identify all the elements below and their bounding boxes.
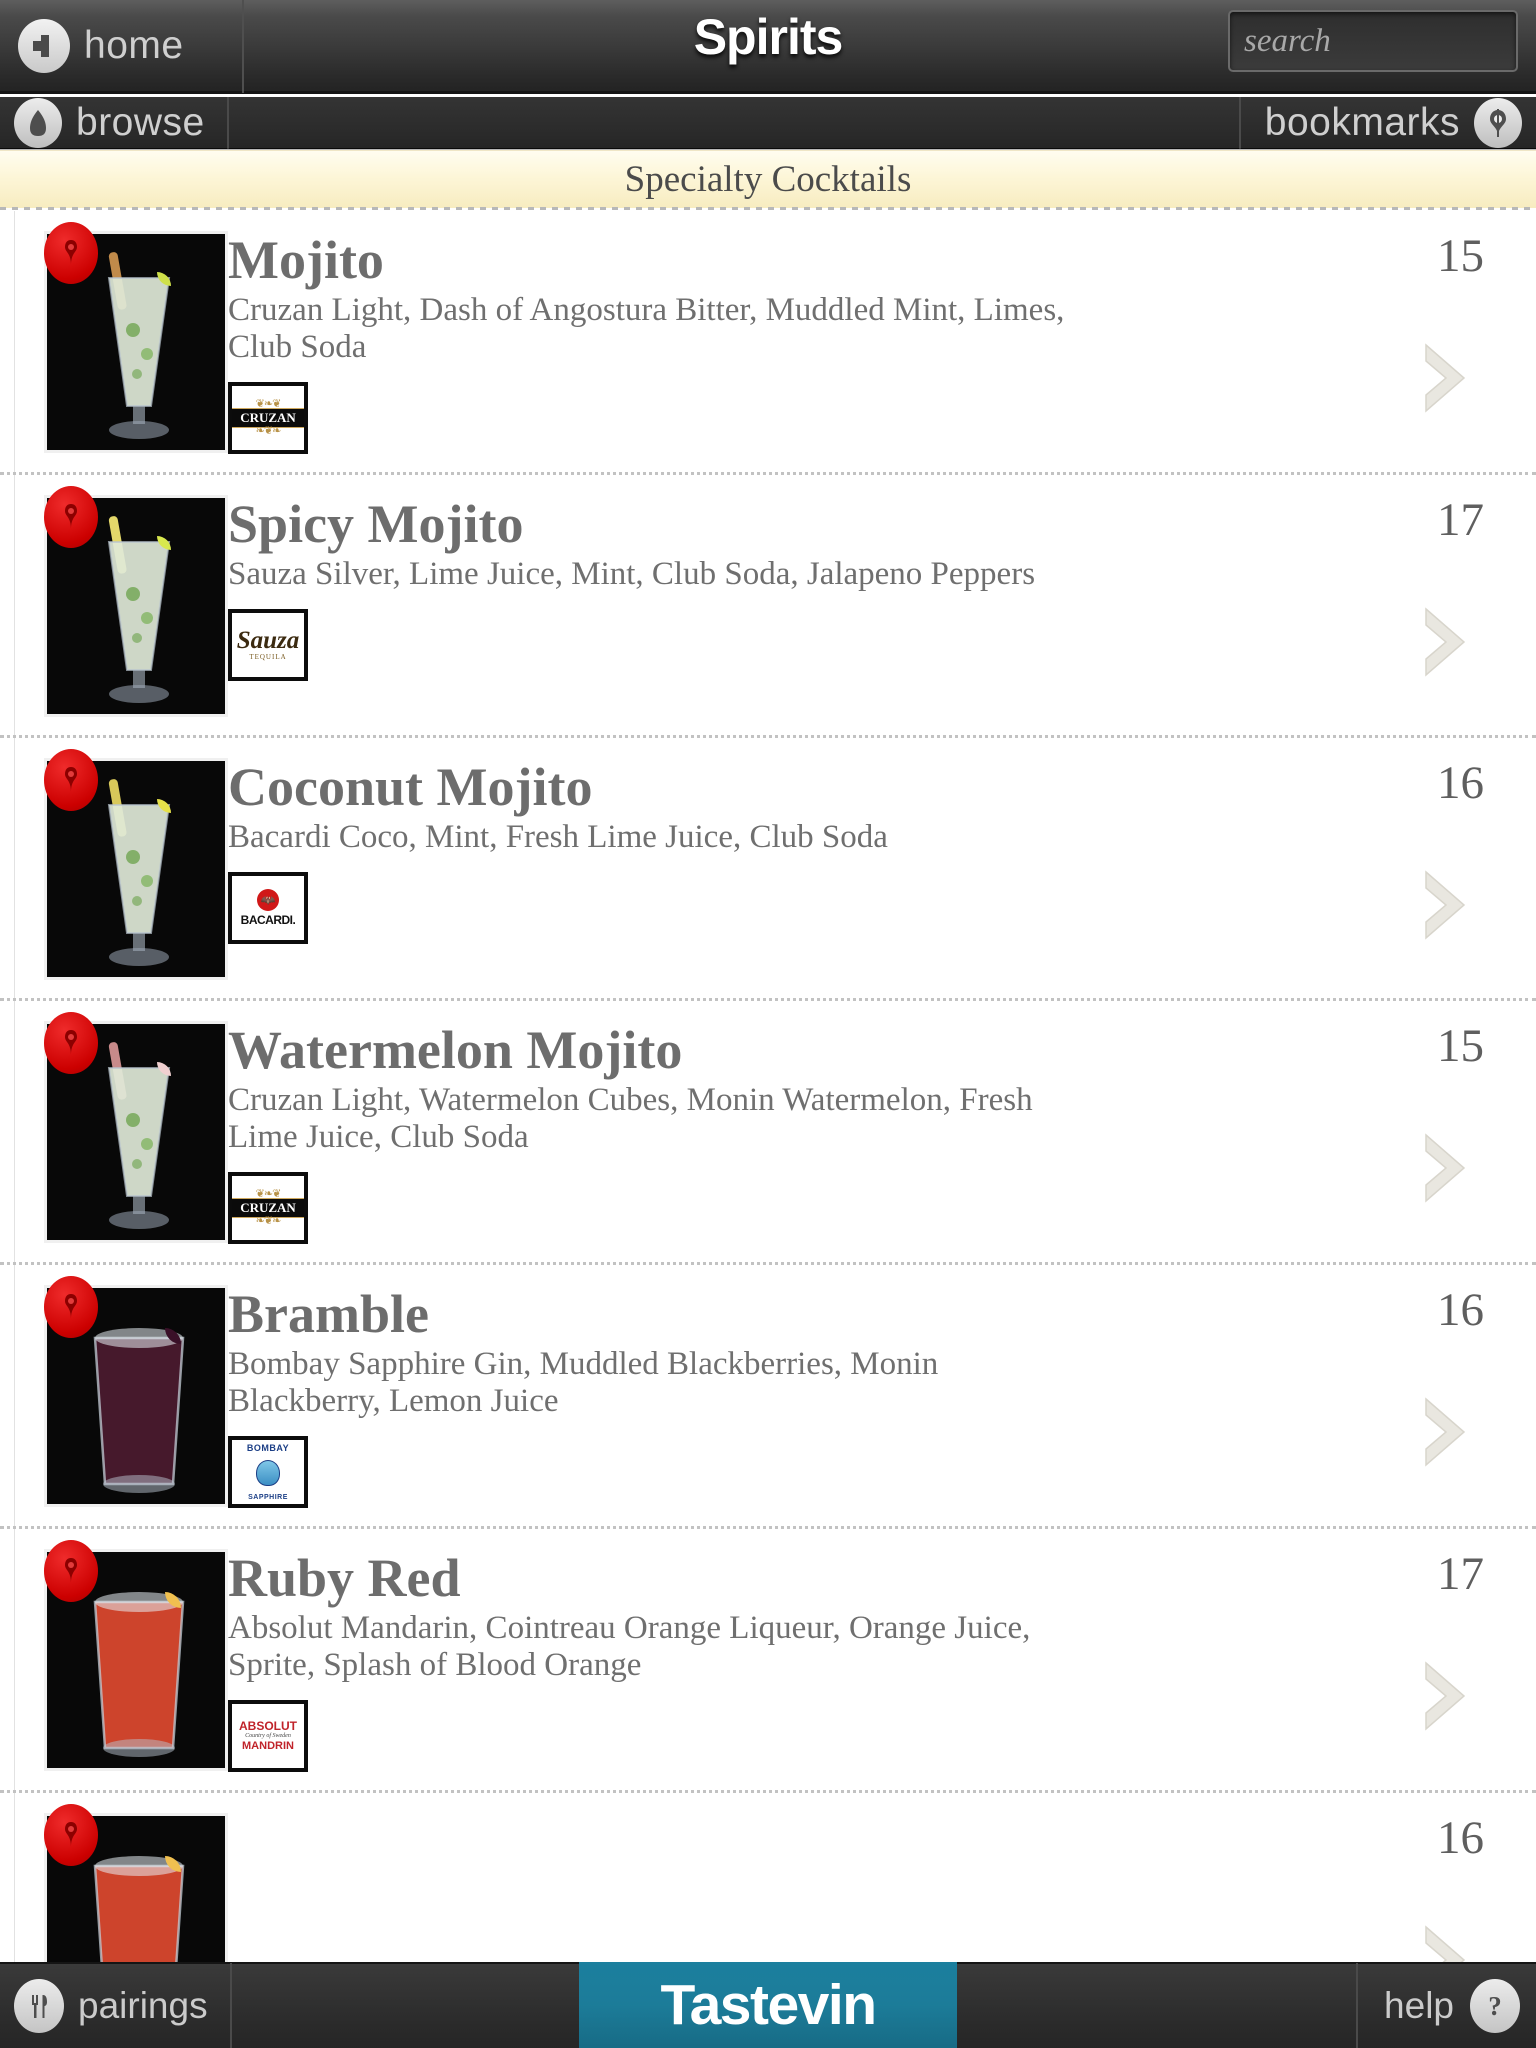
bookmark-corkscrew-badge[interactable] (44, 1539, 98, 1602)
cocktail-info: Bramble Bombay Sapphire Gin, Muddled Bla… (228, 1285, 1536, 1508)
cocktail-list[interactable]: Mojito Cruzan Light, Dash of Angostura B… (0, 211, 1536, 1965)
svg-text:?: ? (1488, 1991, 1502, 2021)
cocktail-price: 17 (1437, 493, 1484, 546)
search-box[interactable] (1228, 10, 1536, 72)
table-row[interactable]: Mojito Cruzan Light, Dash of Angostura B… (0, 211, 1536, 475)
chevron-right-icon[interactable] (1416, 866, 1474, 944)
tastevin-brand-button[interactable]: Tastevin (579, 1962, 957, 2048)
corkscrew-icon (1474, 97, 1522, 148)
section-header: Specialty Cocktails (0, 150, 1536, 208)
table-row[interactable]: Watermelon Mojito Cruzan Light, Watermel… (0, 1000, 1536, 1265)
pairings-button[interactable]: pairings (0, 1963, 232, 2048)
bottom-bar: pairings Tastevin help ? (0, 1962, 1536, 2048)
cocktail-name: Bramble (228, 1283, 429, 1344)
cocktail-info: Coconut Mojito Bacardi Coco, Mint, Fresh… (228, 756, 1536, 945)
cocktail-name: Coconut Mojito (228, 756, 593, 817)
cocktail-thumbnail-wrap (0, 222, 228, 453)
table-row[interactable]: Coconut Mojito Bacardi Coco, Mint, Fresh… (0, 737, 1536, 1001)
cocktail-info: Watermelon Mojito Cruzan Light, Watermel… (228, 1021, 1536, 1244)
bookmark-corkscrew-badge[interactable] (44, 1803, 98, 1866)
cocktail-thumbnail-wrap (0, 1011, 228, 1243)
table-row[interactable]: Bramble Bombay Sapphire Gin, Muddled Bla… (0, 1264, 1536, 1529)
cocktail-name: Watermelon Mojito (228, 1019, 683, 1080)
brand-logo: Sauza TEQUILA (228, 609, 308, 682)
browse-button[interactable]: browse (0, 96, 229, 149)
tastevin-logo-text: Tastevin (660, 1973, 877, 2037)
table-row[interactable]: Spicy Mojito Sauza Silver, Lime Juice, M… (0, 474, 1536, 738)
cocktail-price: 15 (1437, 1019, 1484, 1072)
cocktail-info: Mojito Cruzan Light, Dash of Angostura B… (228, 231, 1536, 454)
bookmarks-button[interactable]: bookmarks (1238, 96, 1536, 149)
section-title: Specialty Cocktails (624, 159, 912, 200)
cocktail-description: Bacardi Coco, Mint, Fresh Lime Juice, Cl… (228, 819, 888, 856)
chevron-right-icon[interactable] (1416, 339, 1474, 417)
top-bar: home Spirits (0, 0, 1536, 94)
back-arrow-icon (18, 18, 70, 73)
cocktail-description: Cruzan Light, Dash of Angostura Bitter, … (228, 292, 1065, 366)
bookmark-corkscrew-badge[interactable] (44, 748, 98, 811)
brand-logo: ❦❧❦ CRUZAN ❧❦❧ (228, 1171, 308, 1244)
nav-bar: browse bookmarks (0, 96, 1536, 153)
brand-logo: 🦇 BACARDI. (228, 872, 308, 945)
pairings-label: pairings (78, 1985, 208, 2026)
browse-label: browse (76, 100, 205, 144)
cocktail-info (228, 1813, 1536, 1819)
help-label: help (1384, 1985, 1454, 2026)
chevron-right-icon[interactable] (1416, 1921, 1474, 1965)
cocktail-price: 16 (1437, 1811, 1484, 1864)
cocktail-info: Spicy Mojito Sauza Silver, Lime Juice, M… (228, 493, 1536, 682)
cocktail-price: 17 (1437, 1547, 1484, 1600)
cocktail-price: 16 (1437, 1283, 1484, 1336)
brand-logo: BOMBAY SAPPHIRE (228, 1435, 308, 1508)
cocktail-description: Sauza Silver, Lime Juice, Mint, Club Sod… (228, 556, 1036, 593)
bookmark-corkscrew-badge[interactable] (44, 485, 98, 548)
cocktail-name: Mojito (228, 230, 384, 290)
home-label: home (84, 23, 184, 67)
cocktail-name: Spicy Mojito (228, 493, 524, 554)
cocktail-description: Absolut Mandarin, Cointreau Orange Lique… (228, 1610, 1031, 1683)
question-mark-icon: ? (1470, 1979, 1520, 2033)
chevron-right-icon[interactable] (1416, 1393, 1474, 1471)
bookmark-corkscrew-badge[interactable] (44, 1275, 98, 1338)
fork-knife-icon (14, 1979, 64, 2033)
brand-logo: ABSOLUT Country of Sweden MANDRIN (228, 1699, 308, 1772)
chevron-right-icon[interactable] (1416, 603, 1474, 681)
cocktail-thumbnail-wrap (0, 1539, 228, 1771)
table-row[interactable]: Ruby Red Absolut Mandarin, Cointreau Ora… (0, 1528, 1536, 1793)
table-row[interactable]: 16 (0, 1792, 1536, 1965)
cocktail-thumbnail-wrap (0, 1803, 228, 1965)
bookmark-corkscrew-badge[interactable] (44, 222, 98, 284)
help-button[interactable]: help ? (1356, 1963, 1536, 2048)
cocktail-name: Ruby Red (228, 1547, 461, 1608)
chevron-right-icon[interactable] (1416, 1129, 1474, 1207)
chevron-right-icon[interactable] (1416, 1657, 1474, 1735)
cocktail-description: Cruzan Light, Watermelon Cubes, Monin Wa… (228, 1082, 1033, 1156)
home-pentagon-icon (14, 97, 62, 148)
section-divider (0, 207, 1536, 210)
cocktail-thumbnail-wrap (0, 485, 228, 717)
brand-logo: ❦❧❦ CRUZAN ❧❦❧ (228, 381, 308, 454)
cocktail-description: Bombay Sapphire Gin, Muddled Blackberrie… (228, 1346, 939, 1419)
home-button[interactable]: home (0, 0, 244, 93)
cocktail-info: Ruby Red Absolut Mandarin, Cointreau Ora… (228, 1549, 1536, 1772)
bookmark-corkscrew-badge[interactable] (44, 1011, 98, 1074)
search-input[interactable] (1230, 22, 1536, 60)
bookmarks-label: bookmarks (1264, 100, 1460, 144)
cocktail-price: 16 (1437, 756, 1484, 809)
cocktail-thumbnail-wrap (0, 748, 228, 980)
cocktail-price: 15 (1437, 230, 1484, 282)
cocktail-thumbnail-wrap (0, 1275, 228, 1507)
